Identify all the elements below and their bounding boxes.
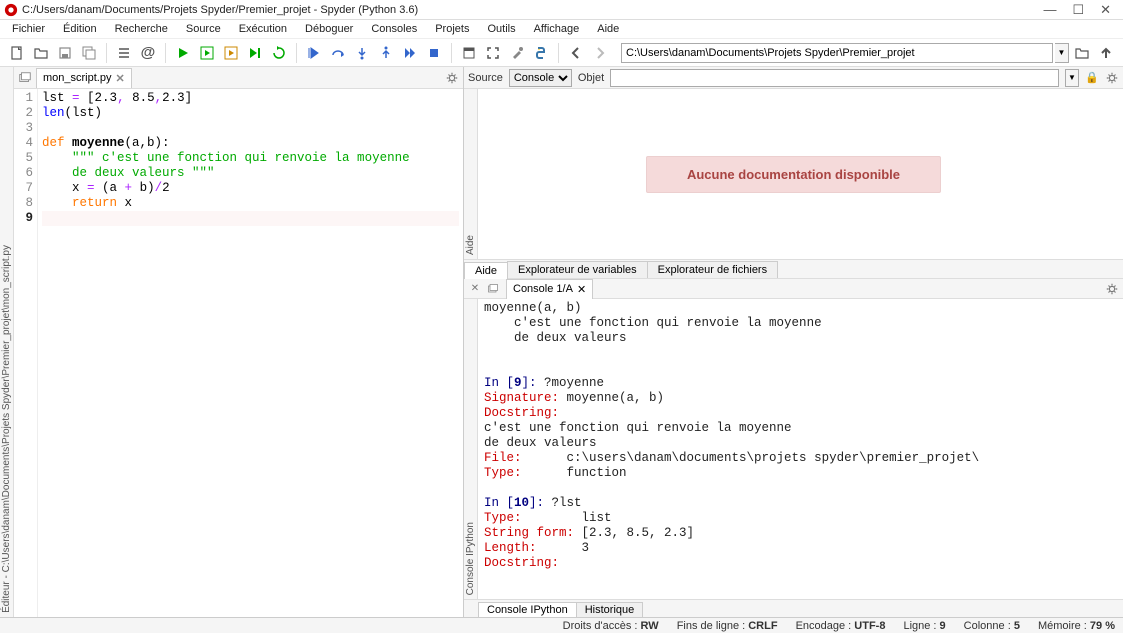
parent-dir-icon[interactable] — [1095, 42, 1117, 64]
status-line: Ligne : 9 — [903, 620, 945, 632]
menu-exécution[interactable]: Exécution — [231, 21, 295, 37]
editor-options-icon[interactable] — [443, 69, 461, 87]
tab-aide[interactable]: Aide — [464, 262, 508, 279]
run-selection-icon[interactable] — [244, 42, 266, 64]
status-memory: Mémoire : 79 % — [1038, 620, 1115, 632]
menu-édition[interactable]: Édition — [55, 21, 105, 37]
editor-pane: mon_script.py ✕ 123456789 lst = [2.3, 8.… — [14, 67, 464, 617]
minimize-button[interactable]: — — [1043, 2, 1056, 18]
run-cell-icon[interactable] — [196, 42, 218, 64]
help-tabs: AideExplorateur de variablesExplorateur … — [464, 259, 1123, 279]
status-rights: Droits d'accès : RW — [563, 620, 659, 632]
window-title: C:/Users/danam/Documents/Projets Spyder/… — [22, 4, 1043, 16]
list-icon[interactable] — [113, 42, 135, 64]
menu-source[interactable]: Source — [178, 21, 229, 37]
tab-historique[interactable]: Historique — [576, 602, 644, 617]
console-tab[interactable]: Console 1/A ✕ — [506, 279, 593, 299]
rerun-icon[interactable] — [268, 42, 290, 64]
help-options-icon[interactable] — [1105, 71, 1119, 85]
at-icon[interactable]: @ — [137, 42, 159, 64]
object-dropdown-icon[interactable]: ▼ — [1065, 69, 1079, 87]
menu-outils[interactable]: Outils — [479, 21, 523, 37]
run-icon[interactable] — [172, 42, 194, 64]
object-label: Objet — [578, 72, 604, 84]
status-eol: Fins de ligne : CRLF — [677, 620, 778, 632]
menu-fichier[interactable]: Fichier — [4, 21, 53, 37]
tab-console-ipython[interactable]: Console IPython — [478, 602, 577, 617]
menu-aide[interactable]: Aide — [589, 21, 627, 37]
spyder-icon — [4, 3, 18, 17]
menu-bar: FichierÉditionRechercheSourceExécutionDé… — [0, 20, 1123, 39]
menu-affichage[interactable]: Affichage — [526, 21, 588, 37]
console-options-icon[interactable] — [1105, 282, 1119, 296]
browse-dir-icon[interactable] — [1071, 42, 1093, 64]
maximize-button[interactable]: ☐ — [1072, 2, 1084, 18]
run-cell-advance-icon[interactable] — [220, 42, 242, 64]
stop-debug-icon[interactable] — [423, 42, 445, 64]
help-toolbar: Source Console Objet ▼ 🔒 — [464, 67, 1123, 89]
title-bar: C:/Users/danam/Documents/Projets Spyder/… — [0, 0, 1123, 20]
menu-projets[interactable]: Projets — [427, 21, 477, 37]
back-icon[interactable] — [565, 42, 587, 64]
lock-icon[interactable]: 🔒 — [1085, 71, 1099, 85]
close-tab-icon[interactable]: ✕ — [115, 72, 124, 85]
console-output[interactable]: moyenne(a, b) c'est une fonction qui ren… — [478, 299, 1123, 599]
step-into-icon[interactable] — [351, 42, 373, 64]
working-dir-dropdown[interactable]: ▼ — [1055, 43, 1069, 63]
open-file-icon[interactable] — [30, 42, 52, 64]
close-pane-icon[interactable]: ✕ — [468, 282, 482, 296]
console-control-bar: ✕ Console 1/A ✕ — [464, 279, 1123, 299]
status-bar: Droits d'accès : RW Fins de ligne : CRLF… — [0, 617, 1123, 633]
working-dir-input[interactable] — [621, 43, 1053, 63]
help-body: Aide Aucune documentation disponible — [464, 89, 1123, 259]
status-encoding: Encodage : UTF-8 — [796, 620, 886, 632]
step-over-icon[interactable] — [327, 42, 349, 64]
help-no-doc-message: Aucune documentation disponible — [646, 156, 941, 193]
menu-recherche[interactable]: Recherche — [107, 21, 176, 37]
python-path-icon[interactable] — [530, 42, 552, 64]
console-pane: ✕ Console 1/A ✕ Console IPython moyenne(… — [464, 279, 1123, 617]
help-vertical-tab[interactable]: Aide — [464, 89, 478, 259]
source-label: Source — [468, 72, 503, 84]
console-bottom-tabs: Console IPythonHistorique — [464, 599, 1123, 617]
console-vertical-tab[interactable]: Console IPython — [464, 299, 478, 599]
code-editor[interactable]: 123456789 lst = [2.3, 8.5,2.3]len(lst) d… — [14, 89, 463, 617]
status-column: Colonne : 5 — [964, 620, 1020, 632]
editor-tab-mon-script[interactable]: mon_script.py ✕ — [36, 68, 132, 88]
object-input[interactable] — [610, 69, 1059, 87]
file-switcher-icon[interactable] — [16, 69, 34, 87]
continue-icon[interactable] — [399, 42, 421, 64]
close-console-icon[interactable]: ✕ — [577, 283, 586, 296]
maximize-pane-icon[interactable] — [458, 42, 480, 64]
menu-consoles[interactable]: Consoles — [363, 21, 425, 37]
tab-label: mon_script.py — [43, 72, 111, 84]
console-tab-label: Console 1/A — [513, 283, 573, 295]
menu-déboguer[interactable]: Déboguer — [297, 21, 361, 37]
save-all-icon[interactable] — [78, 42, 100, 64]
tab-explorateur-de-fichiers[interactable]: Explorateur de fichiers — [647, 261, 778, 278]
forward-icon[interactable] — [589, 42, 611, 64]
debug-play-icon[interactable] — [303, 42, 325, 64]
tab-explorateur-de-variables[interactable]: Explorateur de variables — [507, 261, 648, 278]
file-switcher-icon[interactable] — [486, 282, 500, 296]
fullscreen-icon[interactable] — [482, 42, 504, 64]
toolbar: @ ▼ — [0, 39, 1123, 67]
preferences-icon[interactable] — [506, 42, 528, 64]
new-file-icon[interactable] — [6, 42, 28, 64]
editor-vertical-tab[interactable]: Éditeur - C:\Users\danam\Documents\Proje… — [0, 67, 14, 617]
step-out-icon[interactable] — [375, 42, 397, 64]
editor-tab-bar: mon_script.py ✕ — [14, 67, 463, 89]
close-button[interactable]: ✕ — [1100, 2, 1111, 18]
save-icon[interactable] — [54, 42, 76, 64]
source-select[interactable]: Console — [509, 69, 572, 87]
